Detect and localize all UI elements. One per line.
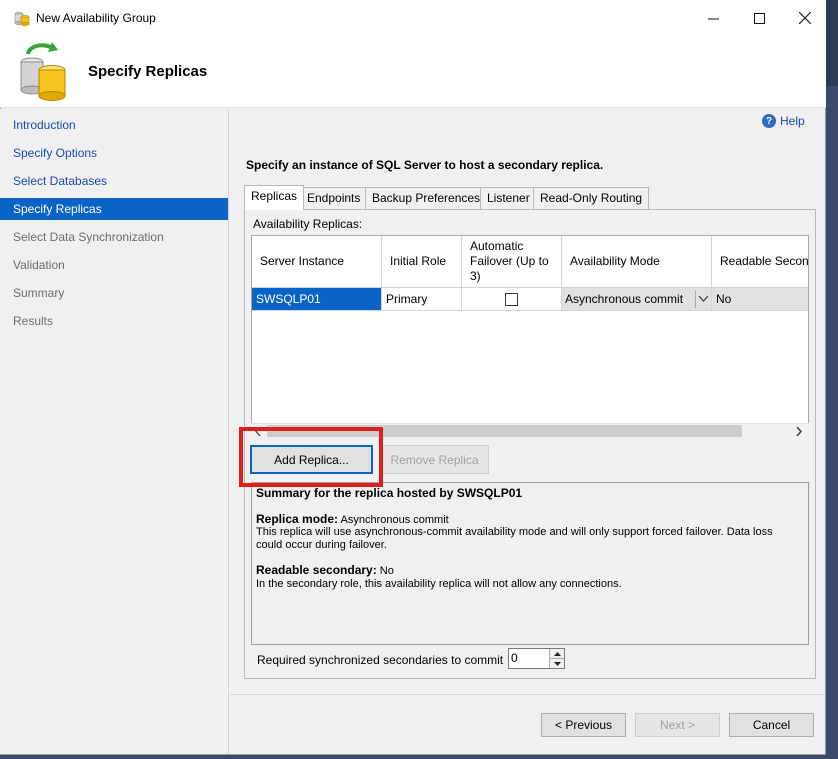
help-label: Help bbox=[780, 114, 805, 128]
help-icon: ? bbox=[762, 114, 776, 128]
cancel-button[interactable]: Cancel bbox=[729, 713, 814, 737]
replica-mode-line: Replica mode: Asynchronous commit bbox=[256, 513, 796, 527]
previous-button[interactable]: < Previous bbox=[541, 713, 626, 737]
database-replicas-icon bbox=[20, 42, 66, 101]
close-icon bbox=[799, 12, 811, 24]
required-secondaries-label: Required synchronized secondaries to com… bbox=[257, 653, 504, 667]
replica-mode-description: This replica will use asynchronous-commi… bbox=[256, 526, 773, 551]
wizard-nav: Introduction Specify Options Select Data… bbox=[0, 109, 229, 754]
cell-initial-role[interactable]: Primary bbox=[382, 288, 462, 311]
maximize-button[interactable] bbox=[736, 0, 782, 36]
close-window-button[interactable] bbox=[782, 0, 828, 36]
stepper-up-icon[interactable] bbox=[549, 649, 564, 659]
column-header-server-instance[interactable]: Server Instance bbox=[252, 236, 382, 288]
tab-endpoints[interactable]: Endpoints bbox=[300, 187, 368, 209]
readable-secondary-description: In the secondary role, this availability… bbox=[256, 578, 622, 590]
replica-mode-value: Asynchronous commit bbox=[340, 514, 449, 526]
database-app-icon bbox=[14, 12, 30, 26]
readable-secondary-value: No bbox=[379, 565, 394, 577]
summary-title: Summary for the replica hosted by SWSQLP… bbox=[256, 486, 523, 500]
nav-item-results: Results bbox=[13, 314, 54, 328]
scroll-right-icon[interactable] bbox=[794, 426, 804, 436]
column-header-initial-role[interactable]: Initial Role bbox=[382, 236, 462, 288]
remove-replica-button: Remove Replica bbox=[380, 445, 489, 474]
nav-item-specify-replicas[interactable]: Specify Replicas bbox=[0, 198, 228, 220]
window-title: New Availability Group bbox=[36, 11, 156, 25]
column-header-availability-mode[interactable]: Availability Mode bbox=[562, 236, 712, 288]
column-header-automatic-failover[interactable]: Automatic Failover (Up to 3) bbox=[462, 236, 562, 288]
minimize-button[interactable] bbox=[690, 0, 736, 36]
availability-replicas-label: Availability Replicas: bbox=[253, 217, 363, 231]
cell-server-instance[interactable]: SWSQLP01 bbox=[252, 288, 382, 311]
required-secondaries-stepper[interactable]: 0 bbox=[508, 648, 565, 669]
stepper-down-icon[interactable] bbox=[549, 659, 564, 668]
readable-secondary-select[interactable]: No bbox=[712, 288, 808, 311]
availability-mode-value: Asynchronous commit bbox=[565, 292, 684, 306]
nav-item-select-data-synchronization: Select Data Synchronization bbox=[13, 230, 164, 244]
footer-divider bbox=[230, 694, 826, 695]
nav-item-select-databases[interactable]: Select Databases bbox=[0, 170, 228, 192]
desktop-background-bottom bbox=[0, 755, 838, 759]
maximize-icon bbox=[753, 12, 765, 24]
readable-secondary-label: Readable secondary: bbox=[256, 563, 377, 577]
highlight-annotation bbox=[239, 427, 383, 487]
cell-automatic-failover[interactable] bbox=[462, 288, 562, 311]
nav-item-summary: Summary bbox=[13, 286, 65, 300]
replicas-grid: Server Instance Initial Role Automatic F… bbox=[251, 235, 809, 438]
tab-backup-preferences[interactable]: Backup Preferences bbox=[365, 187, 488, 209]
tab-listener[interactable]: Listener bbox=[480, 187, 537, 209]
availability-mode-select[interactable]: Asynchronous commit bbox=[562, 288, 712, 311]
replica-mode-label: Replica mode: bbox=[256, 512, 339, 526]
column-header-readable-secondary[interactable]: Readable Seconc bbox=[712, 236, 808, 288]
nav-item-specify-options[interactable]: Specify Options bbox=[0, 142, 228, 164]
minimize-icon bbox=[707, 18, 719, 19]
required-secondaries-value[interactable]: 0 bbox=[511, 651, 518, 665]
next-button: Next > bbox=[635, 713, 720, 737]
readable-secondary-line: Readable secondary: No bbox=[256, 564, 796, 578]
automatic-failover-checkbox[interactable] bbox=[505, 292, 518, 306]
nav-item-validation: Validation bbox=[13, 258, 65, 272]
chevron-down-icon[interactable] bbox=[695, 290, 711, 308]
page-title: Specify Replicas bbox=[88, 63, 208, 80]
desktop-background bbox=[826, 86, 838, 759]
tab-replicas[interactable]: Replicas bbox=[244, 185, 305, 210]
help-link[interactable]: ? Help bbox=[762, 114, 805, 128]
instruction-text: Specify an instance of SQL Server to hos… bbox=[246, 158, 604, 172]
nav-item-introduction[interactable]: Introduction bbox=[0, 114, 228, 136]
tab-read-only-routing[interactable]: Read-Only Routing bbox=[533, 187, 650, 209]
